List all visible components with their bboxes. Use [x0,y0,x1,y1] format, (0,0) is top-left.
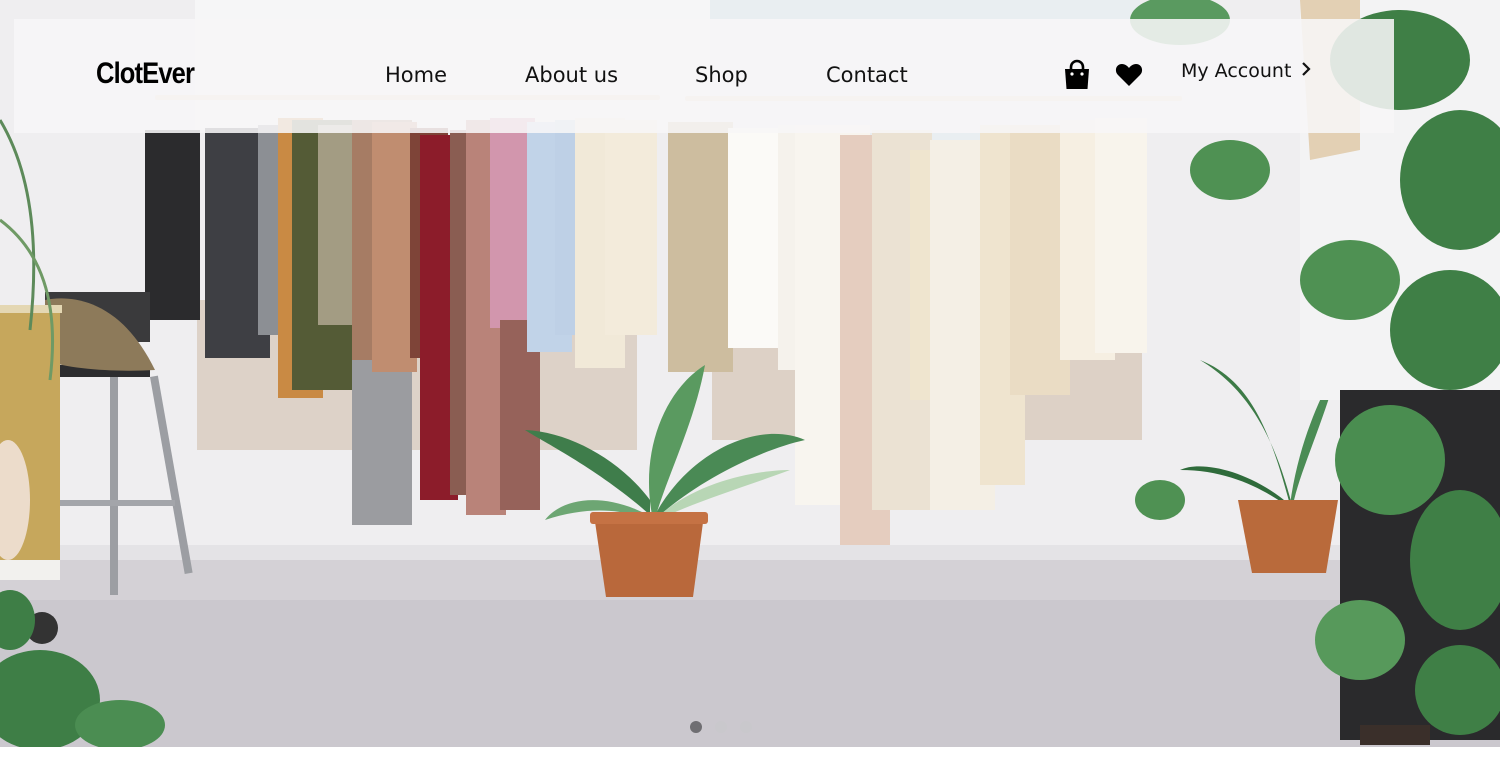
shopping-bag-icon[interactable] [1062,59,1092,95]
nav-link-shop[interactable]: Shop [695,63,748,87]
heart-icon[interactable] [1115,63,1143,91]
carousel-dot-2[interactable] [715,721,727,733]
carousel-dot-1[interactable] [690,721,702,733]
nav-link-contact[interactable]: Contact [826,63,908,87]
my-account-label: My Account [1181,60,1292,82]
my-account-link[interactable]: My Account [1181,60,1311,82]
chevron-right-icon [1301,60,1311,82]
brand-logo[interactable]: ClotEver [96,57,195,91]
carousel-dots [690,721,752,733]
nav-link-about[interactable]: About us [525,63,618,87]
top-navbar: ClotEver Home About us Shop Contact My A… [14,19,1394,133]
carousel-dot-3[interactable] [740,721,752,733]
nav-link-home[interactable]: Home [385,63,447,87]
